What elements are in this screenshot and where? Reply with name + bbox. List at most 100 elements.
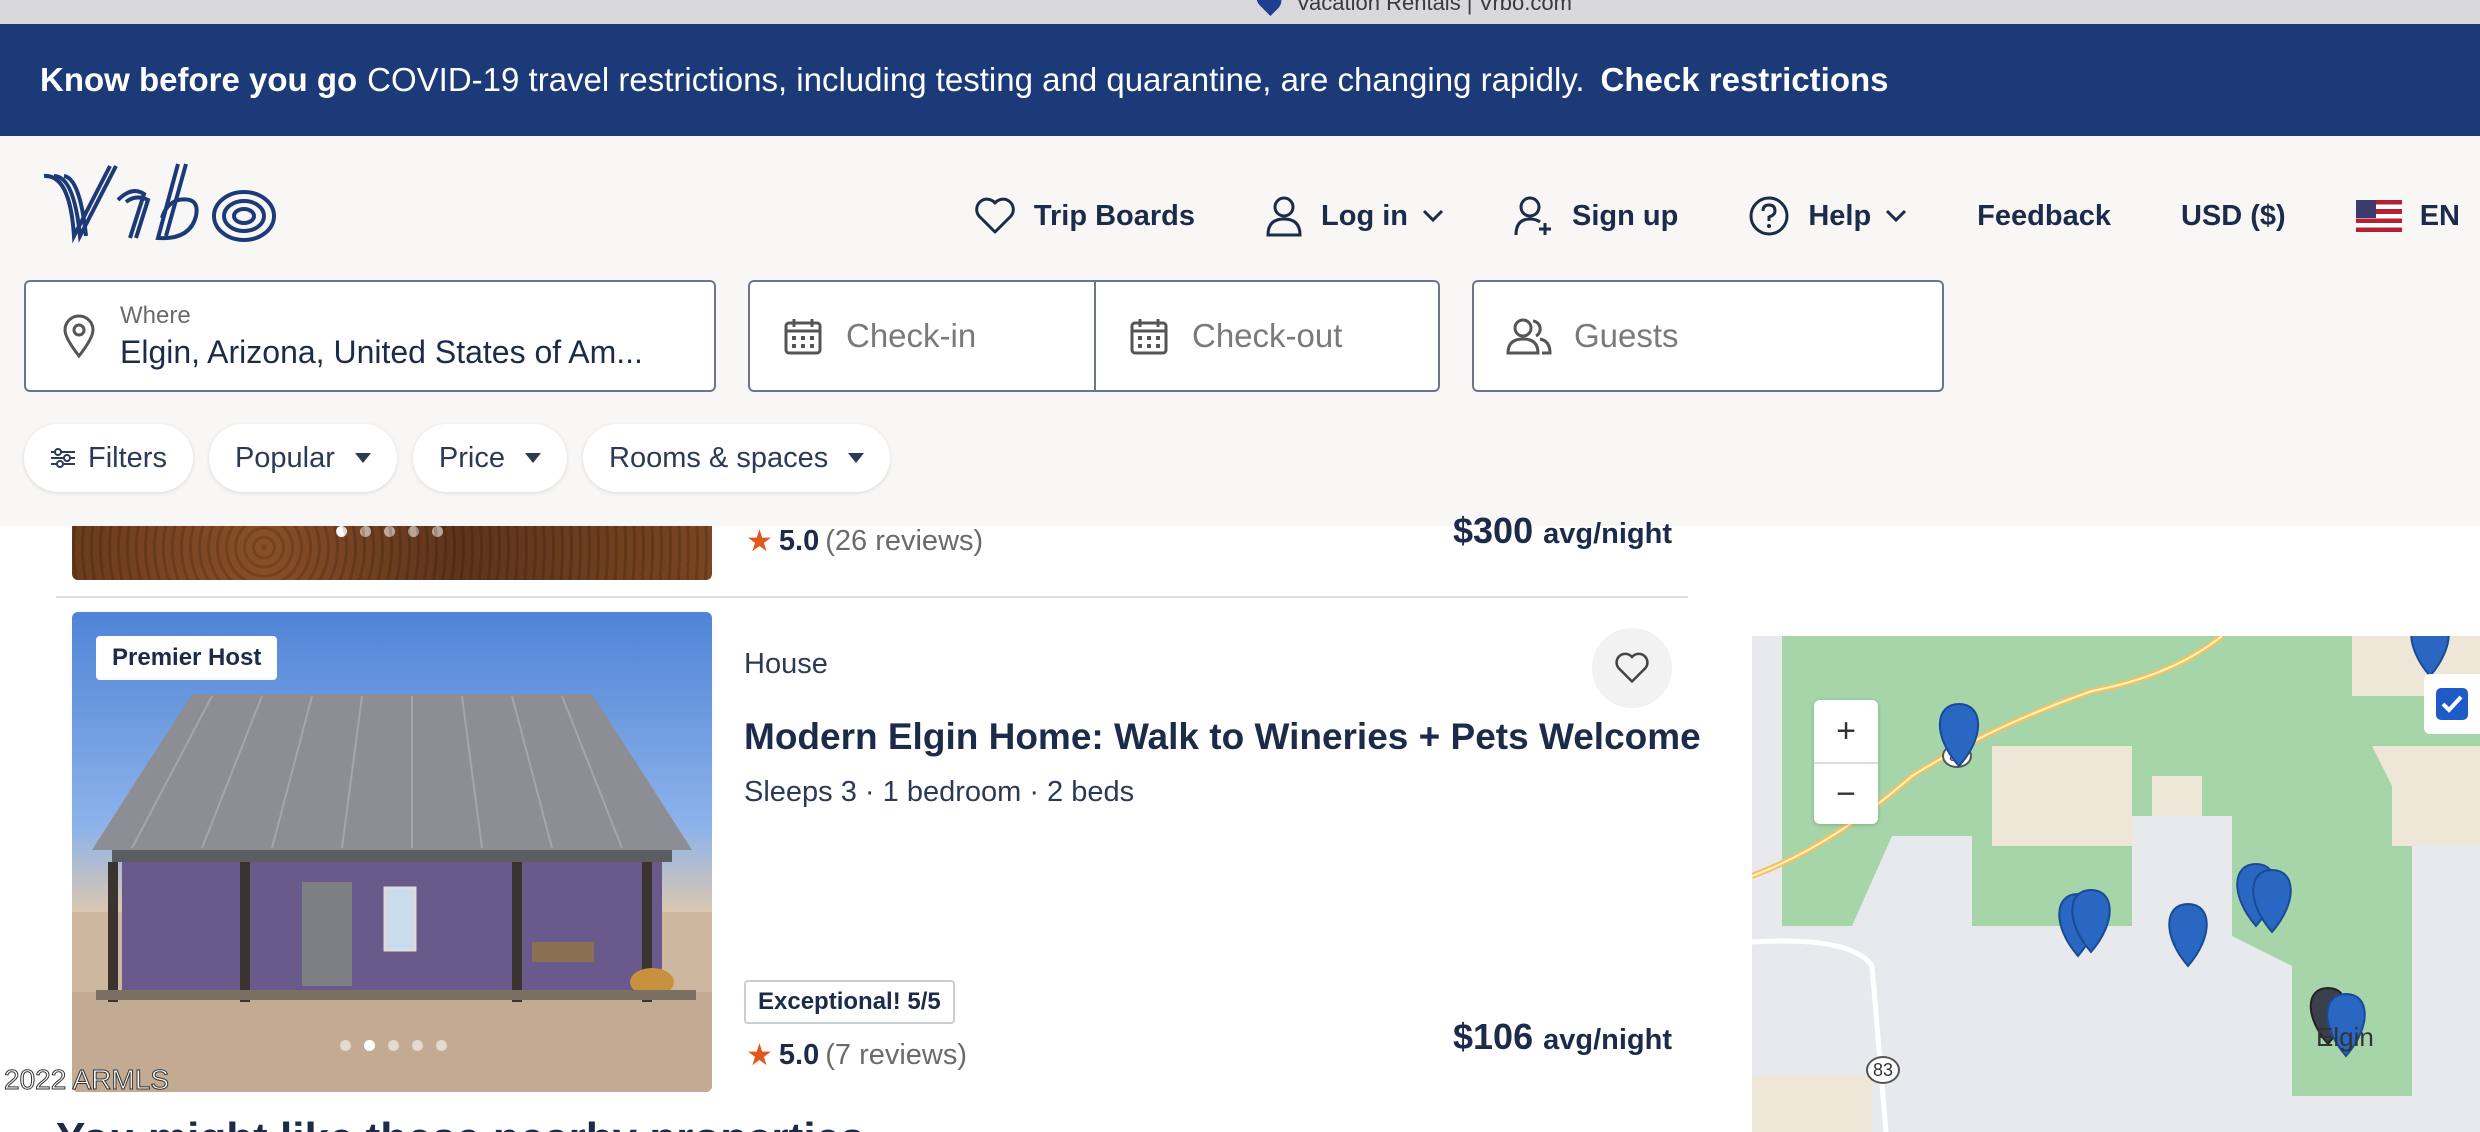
- vrbo-favicon-icon: [1252, 0, 1286, 16]
- listing-divider: [56, 596, 1688, 598]
- heart-icon: [975, 197, 1015, 234]
- chevron-down-icon: [1422, 209, 1444, 223]
- user-icon: [1266, 196, 1302, 237]
- previous-listing-rating: ★ 5.0 (26 reviews): [746, 524, 983, 559]
- rating-value: 5.0: [778, 525, 820, 557]
- guests-icon: [1506, 318, 1552, 355]
- photo-carousel-dots: [336, 526, 456, 537]
- guests-placeholder: Guests: [1574, 317, 1679, 354]
- location-pin-icon: [63, 314, 95, 358]
- map-place-label: Elgin: [2316, 1022, 2374, 1052]
- house-photo-illustration: [72, 694, 712, 1092]
- map-zoom-control: + −: [1814, 700, 1878, 824]
- carousel-dot[interactable]: [408, 526, 419, 537]
- signup-label: Sign up: [1572, 199, 1679, 232]
- carousel-dot[interactable]: [364, 1040, 375, 1051]
- caret-down-icon: [525, 453, 541, 463]
- calendar-icon: [784, 319, 822, 355]
- property-type: House: [744, 648, 828, 680]
- date-range-field[interactable]: Check-in Check-out: [748, 280, 1440, 392]
- price-dropdown[interactable]: Price: [412, 424, 567, 492]
- carousel-dot[interactable]: [412, 1040, 423, 1051]
- previous-listing-photo[interactable]: [72, 526, 712, 580]
- where-field[interactable]: Where Elgin, Arizona, United States of A…: [24, 280, 716, 392]
- browser-tab-strip: Vacation Rentals | Vrbo.com: [0, 0, 2480, 24]
- currency-selector[interactable]: USD ($): [2181, 200, 2286, 233]
- nearby-properties-heading: You might like these nearby properties: [56, 1114, 865, 1132]
- covid-banner: Know before you go COVID-19 travel restr…: [0, 24, 2480, 136]
- carousel-dot[interactable]: [384, 526, 395, 537]
- filter-bar: Filters Popular Price Rooms & spaces: [24, 424, 906, 492]
- route-83-shield: 83: [1866, 1056, 1900, 1084]
- where-label: Where: [120, 301, 191, 329]
- price-label: Price: [438, 441, 505, 474]
- sliders-icon: [51, 448, 75, 468]
- popular-dropdown[interactable]: Popular: [208, 424, 397, 492]
- rooms-label: Rooms & spaces: [609, 441, 829, 474]
- filters-label: Filters: [88, 441, 167, 474]
- search-as-map-moves-checkbox[interactable]: [2424, 674, 2480, 734]
- language-label: EN: [2419, 199, 2460, 232]
- caret-down-icon: [354, 453, 371, 463]
- review-score-badge: Exceptional! 5/5: [744, 980, 955, 1024]
- site-header: Trip Boards Log in Sign up Help Feedback…: [0, 136, 2480, 526]
- listing-photo[interactable]: Premier Host: [72, 612, 712, 1092]
- help-label: Help: [1808, 199, 1872, 232]
- zoom-out-button[interactable]: −: [1814, 762, 1878, 824]
- price-unit: avg/night: [1543, 518, 1672, 550]
- checkbox-checked-icon: [2436, 688, 2468, 720]
- feedback-link[interactable]: Feedback: [1977, 200, 2111, 233]
- language-selector[interactable]: EN: [2355, 199, 2460, 233]
- browser-tab-title: Vacation Rentals | Vrbo.com: [1296, 0, 1572, 15]
- signup-link[interactable]: Sign up: [1514, 195, 1678, 237]
- filters-button[interactable]: Filters: [24, 424, 193, 492]
- check-restrictions-link[interactable]: Check restrictions: [1601, 61, 1889, 99]
- rooms-spaces-dropdown[interactable]: Rooms & spaces: [583, 424, 891, 492]
- photo-copyright: 2022 ARMLS: [4, 1064, 170, 1096]
- premier-host-badge: Premier Host: [96, 636, 278, 680]
- where-value[interactable]: Elgin, Arizona, United States of Am...: [120, 334, 643, 371]
- carousel-dot[interactable]: [388, 1040, 399, 1051]
- listing-details: Sleeps 3 · 1 bedroom · 2 beds: [744, 776, 1135, 808]
- price-value: $300: [1453, 510, 1534, 551]
- checkout-placeholder: Check-out: [1192, 317, 1343, 354]
- carousel-dot[interactable]: [340, 1040, 351, 1051]
- calendar-icon: [1130, 319, 1168, 355]
- checkin-field[interactable]: Check-in: [750, 282, 1094, 390]
- listing-title[interactable]: Modern Elgin Home: Walk to Wineries + Pe…: [744, 716, 1701, 758]
- banner-heading: Know before you go: [40, 61, 358, 98]
- us-flag-icon: [2355, 200, 2402, 232]
- star-icon: ★: [746, 525, 773, 558]
- add-user-icon: [1514, 196, 1551, 236]
- listing-price: $106 avg/night: [1453, 1016, 1672, 1058]
- carousel-dot[interactable]: [360, 526, 371, 537]
- checkin-placeholder: Check-in: [846, 317, 977, 354]
- caret-down-icon: [848, 453, 865, 463]
- help-menu[interactable]: Help: [1748, 195, 1907, 237]
- review-count: (7 reviews): [825, 1039, 968, 1071]
- review-count: (26 reviews): [825, 525, 984, 557]
- checkout-field[interactable]: Check-out: [1094, 282, 1438, 390]
- help-icon: [1749, 196, 1789, 236]
- photo-carousel-dots: [340, 1040, 460, 1051]
- currency-label: USD ($): [2180, 199, 2286, 232]
- guests-field[interactable]: Guests: [1472, 280, 1944, 392]
- heart-icon: [1615, 652, 1649, 683]
- carousel-dot[interactable]: [436, 1040, 447, 1051]
- main-nav: Trip Boards Log in Sign up Help Feedback…: [904, 186, 2460, 246]
- results-map[interactable]: + − 83 82 Elgin: [1752, 636, 2480, 1132]
- popular-label: Popular: [234, 441, 335, 474]
- save-to-trip-board-button[interactable]: [1592, 628, 1672, 708]
- carousel-dot[interactable]: [336, 526, 347, 537]
- chevron-down-icon: [1886, 209, 1907, 223]
- trip-boards-label: Trip Boards: [1033, 199, 1196, 232]
- carousel-dot[interactable]: [432, 526, 443, 537]
- trip-boards-link[interactable]: Trip Boards: [974, 197, 1195, 235]
- zoom-in-button[interactable]: +: [1814, 700, 1878, 762]
- route-82-shield: 82: [1942, 744, 1972, 768]
- login-menu[interactable]: Log in: [1265, 195, 1444, 237]
- rating-value: 5.0: [778, 1039, 820, 1071]
- price-unit: avg/night: [1543, 1024, 1672, 1056]
- vrbo-logo[interactable]: [40, 160, 284, 244]
- feedback-label: Feedback: [1977, 199, 2111, 232]
